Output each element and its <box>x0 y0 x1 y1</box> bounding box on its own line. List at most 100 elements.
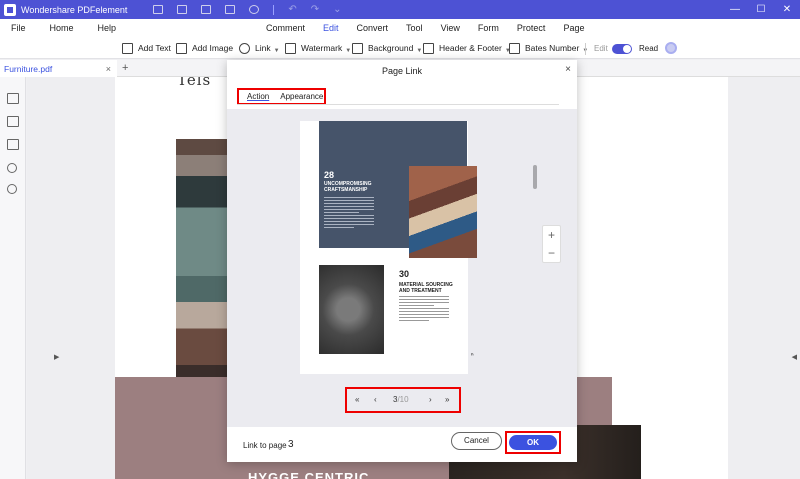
redo-icon[interactable]: ↷ <box>311 4 319 15</box>
background-label: Background <box>368 43 414 53</box>
divider <box>585 43 586 55</box>
undo-icon[interactable]: ↶ <box>288 4 296 15</box>
document-tab[interactable]: Furniture.pdf × <box>0 60 117 77</box>
tab-convert[interactable]: Convert <box>357 23 389 33</box>
preview-body-text <box>399 296 449 323</box>
total-pages: /10 <box>397 395 409 404</box>
attachment-icon[interactable] <box>7 163 17 173</box>
app-title: Wondershare PDFelement <box>21 4 128 15</box>
preview-heading: UNCOMPROMISING CRAFTSMANSHIP <box>324 181 372 193</box>
search-icon[interactable] <box>7 184 17 194</box>
preview-craftsmen-photo <box>409 166 477 258</box>
save-icon[interactable] <box>177 5 188 14</box>
page-indicator[interactable]: 3/10 <box>393 395 409 404</box>
watermark-button[interactable]: Watermark ▼ <box>285 40 351 56</box>
menu-file[interactable]: File <box>11 23 26 33</box>
tab-comment[interactable]: Comment <box>266 23 305 33</box>
preview-scrollbar[interactable] <box>533 165 537 189</box>
thumbnails-icon[interactable] <box>7 93 19 104</box>
watermark-label: Watermark <box>301 43 343 53</box>
add-text-label: Add Text <box>138 43 171 53</box>
share-icon[interactable] <box>249 5 260 14</box>
divider <box>237 104 559 105</box>
chevron-down-icon: ▼ <box>345 48 352 54</box>
watermark-icon <box>285 42 296 54</box>
preview-heading: MATERIAL SOURCING AND TREATMENT <box>399 282 453 294</box>
page-link-dialog: Page Link × Action Appearance 28 UNCOMPR… <box>227 60 577 462</box>
bates-number-button[interactable]: Bates Number ▼ <box>509 40 588 56</box>
close-tab-icon[interactable]: × <box>106 64 111 74</box>
menu-help[interactable]: Help <box>98 23 117 33</box>
page-navigator: « ‹ 3/10 › » <box>345 387 461 413</box>
tab-tool[interactable]: Tool <box>406 23 423 33</box>
background-icon <box>352 42 363 54</box>
bookmark-icon[interactable] <box>7 116 19 127</box>
menu-home[interactable]: Home <box>50 23 74 33</box>
tab-appearance[interactable]: Appearance <box>280 92 323 101</box>
background-button[interactable]: Background ▼ <box>352 40 422 56</box>
tab-view[interactable]: View <box>441 23 460 33</box>
last-page-button[interactable]: » <box>445 395 449 404</box>
minimize-icon[interactable]: — <box>722 4 748 15</box>
add-text-button[interactable]: Add Text <box>122 40 171 56</box>
email-icon[interactable] <box>225 5 236 14</box>
link-icon <box>239 42 250 54</box>
tab-page[interactable]: Page <box>563 23 584 33</box>
open-folder-icon[interactable] <box>153 5 164 14</box>
preview-page-number: 28 <box>324 170 335 180</box>
preview-page-number: 30 <box>399 269 410 279</box>
window-controls: — ☐ ✕ <box>722 0 800 19</box>
link-to-page-value: 3 <box>288 439 294 450</box>
bates-number-icon <box>509 42 520 54</box>
tab-protect[interactable]: Protect <box>517 23 546 33</box>
cancel-button[interactable]: Cancel <box>451 432 502 450</box>
add-text-icon <box>122 42 133 54</box>
tab-action[interactable]: Action <box>247 92 269 101</box>
ribbon-tabs: Comment Edit Convert Tool View Form Prot… <box>266 19 602 37</box>
add-image-button[interactable]: Add Image <box>176 40 233 56</box>
add-tab-button[interactable]: + <box>122 62 128 74</box>
tab-form[interactable]: Form <box>478 23 499 33</box>
zoom-controls: + − <box>542 225 561 263</box>
first-page-button[interactable]: « <box>355 395 359 404</box>
edit-read-toggle[interactable] <box>612 44 632 54</box>
dialog-tabs: Action Appearance <box>237 88 326 105</box>
close-icon[interactable]: × <box>565 64 571 75</box>
page-preview-area: 28 UNCOMPROMISING CRAFTSMANSHIP 30 MATER… <box>227 109 577 427</box>
preview-body-text <box>324 197 374 230</box>
prev-page-button[interactable]: ‹ <box>374 395 377 404</box>
left-sidebar <box>0 77 26 479</box>
menu-bar: File Home Help Comment Edit Convert Tool… <box>0 19 800 52</box>
add-image-label: Add Image <box>192 43 234 53</box>
ok-highlight: OK <box>505 431 561 454</box>
chevron-down-icon: ▼ <box>273 48 280 54</box>
link-button[interactable]: Link ▼ <box>239 40 280 56</box>
customize-icon[interactable]: ⌄ <box>333 4 341 15</box>
ocr-icon[interactable] <box>665 42 677 54</box>
section-heading: HYGGE CENTRIC <box>248 470 370 479</box>
comment-icon[interactable] <box>7 139 19 150</box>
preview-leather-photo <box>319 265 384 354</box>
maximize-icon[interactable]: ☐ <box>748 4 774 15</box>
zoom-in-button[interactable]: + <box>543 226 560 244</box>
collapse-left-icon[interactable]: ▶ <box>54 353 59 361</box>
next-page-button[interactable]: › <box>429 395 432 404</box>
page-title-fragment: Tels <box>177 77 212 89</box>
add-image-icon <box>176 42 187 54</box>
dialog-title: Page Link <box>381 66 423 76</box>
close-icon[interactable]: ✕ <box>774 4 800 15</box>
chair-icon: ᑋ <box>471 352 474 361</box>
app-logo-icon <box>4 3 16 16</box>
ok-button[interactable]: OK <box>509 435 557 450</box>
collapse-right-icon[interactable]: ◀ <box>792 353 797 361</box>
header-footer-button[interactable]: Header & Footer ▼ <box>423 40 511 56</box>
edit-mode-label: Edit <box>594 44 608 53</box>
print-icon[interactable] <box>201 5 212 14</box>
zoom-out-button[interactable]: − <box>543 244 560 262</box>
title-bar: Wondershare PDFelement ↶ ↷ ⌄ — ☐ ✕ <box>0 0 800 19</box>
tab-edit[interactable]: Edit <box>323 23 339 33</box>
chevron-down-icon: ▼ <box>416 48 423 54</box>
preview-page[interactable]: 28 UNCOMPROMISING CRAFTSMANSHIP 30 MATER… <box>300 121 477 374</box>
header-footer-icon <box>423 42 434 54</box>
header-footer-label: Header & Footer <box>439 43 502 53</box>
